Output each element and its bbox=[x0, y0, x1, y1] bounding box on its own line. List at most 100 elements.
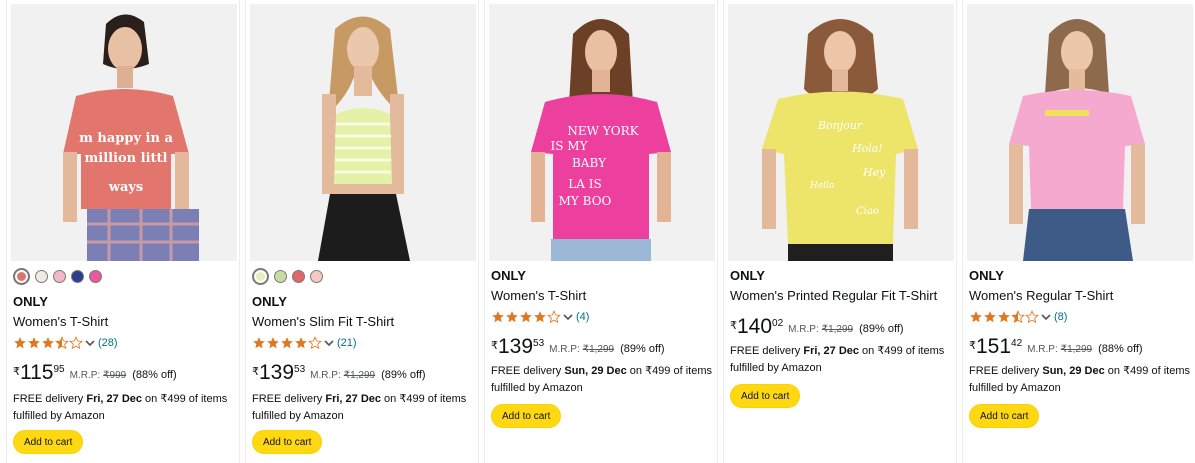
chevron-down-icon[interactable] bbox=[323, 337, 335, 349]
star-full-icon bbox=[42, 337, 54, 349]
rating-widget[interactable]: (21) bbox=[252, 336, 357, 350]
star-full-icon bbox=[534, 311, 546, 323]
discount-percent: (88% off) bbox=[1098, 343, 1143, 355]
star-half-icon bbox=[1011, 310, 1025, 324]
mrp-price: ₹1,299 bbox=[821, 324, 854, 335]
model-photo: Bonjour Hola! Hey Hello Ciao bbox=[728, 4, 954, 261]
chevron-down-icon[interactable] bbox=[84, 337, 96, 349]
delivery-info: FREE delivery Fri, 27 Dec on ₹499 of ite… bbox=[13, 391, 239, 425]
star-empty-icon bbox=[308, 336, 322, 350]
star-empty-icon bbox=[547, 310, 561, 324]
color-swatch[interactable] bbox=[274, 270, 287, 283]
rating-count[interactable]: (4) bbox=[576, 311, 589, 323]
shirt-print-line: IS MY bbox=[551, 139, 589, 153]
color-swatch[interactable] bbox=[292, 270, 305, 283]
star-rating[interactable] bbox=[252, 336, 322, 350]
add-to-cart-button[interactable]: Add to cart bbox=[969, 404, 1040, 428]
chevron-down-icon[interactable] bbox=[1040, 311, 1052, 323]
color-swatches bbox=[252, 268, 323, 285]
color-swatches bbox=[13, 268, 102, 285]
price-row: ₹ 139 53 M.R.P: ₹1,299 (89% off) bbox=[491, 336, 665, 357]
mrp-label: M.R.P: bbox=[788, 324, 819, 335]
price-fraction: 53 bbox=[533, 338, 545, 349]
price-whole: 139 bbox=[259, 361, 295, 384]
product-card[interactable]: Bonjour Hola! Hey Hello Ciao ONLY Women'… bbox=[723, 0, 957, 463]
delivery-date: Fri, 27 Dec bbox=[803, 345, 859, 357]
product-title[interactable]: Women's Slim Fit T-Shirt bbox=[252, 314, 394, 329]
price-fraction: 42 bbox=[1011, 338, 1023, 349]
star-rating[interactable] bbox=[13, 336, 83, 350]
rating-widget[interactable]: (4) bbox=[491, 310, 589, 324]
delivery-date: Fri, 27 Dec bbox=[325, 393, 381, 405]
price-row: ₹ 140 02 M.R.P: ₹1,299 (89% off) bbox=[730, 316, 904, 337]
star-half-icon bbox=[55, 336, 69, 350]
color-swatch[interactable] bbox=[310, 270, 323, 283]
delivery-prefix: FREE delivery bbox=[13, 393, 87, 405]
color-swatch[interactable] bbox=[35, 270, 48, 283]
currency-symbol: ₹ bbox=[969, 340, 976, 352]
product-image[interactable]: Bonjour Hola! Hey Hello Ciao bbox=[728, 4, 954, 261]
star-full-icon bbox=[984, 311, 996, 323]
rating-widget[interactable]: (8) bbox=[969, 310, 1067, 324]
color-swatch[interactable] bbox=[71, 270, 84, 283]
shirt-print-word: Hey bbox=[862, 166, 886, 179]
mrp-price: ₹1,299 bbox=[343, 370, 376, 381]
star-empty-icon bbox=[69, 336, 83, 350]
product-image[interactable] bbox=[967, 4, 1193, 261]
shirt-print-word: Hola! bbox=[851, 142, 883, 155]
product-brand: ONLY bbox=[969, 268, 1004, 283]
shirt-print-line: m happy in a bbox=[79, 131, 173, 146]
rating-widget[interactable]: (28) bbox=[13, 336, 118, 350]
rating-count[interactable]: (21) bbox=[337, 337, 357, 349]
color-swatch[interactable] bbox=[252, 268, 269, 285]
shirt-print-line: ways bbox=[108, 180, 144, 195]
price-fraction: 53 bbox=[294, 364, 306, 375]
add-to-cart-button[interactable]: Add to cart bbox=[13, 430, 84, 454]
delivery-date: Sun, 29 Dec bbox=[564, 365, 627, 377]
model-photo bbox=[250, 4, 476, 261]
product-title[interactable]: Women's Printed Regular Fit T-Shirt bbox=[730, 288, 937, 303]
mrp-price: ₹1,299 bbox=[582, 344, 615, 355]
product-image[interactable]: NEW YORK IS MY BABY LA IS MY BOO bbox=[489, 4, 715, 261]
star-empty-icon bbox=[1025, 310, 1039, 324]
delivery-prefix: FREE delivery bbox=[969, 365, 1043, 377]
delivery-info: FREE delivery Fri, 27 Dec on ₹499 of ite… bbox=[252, 391, 478, 425]
chevron-down-icon[interactable] bbox=[562, 311, 574, 323]
product-image[interactable] bbox=[250, 4, 476, 261]
price-whole: 140 bbox=[737, 315, 773, 338]
color-swatch[interactable] bbox=[89, 270, 102, 283]
product-title[interactable]: Women's Regular T-Shirt bbox=[969, 288, 1113, 303]
star-rating[interactable] bbox=[491, 310, 561, 324]
currency-symbol: ₹ bbox=[730, 320, 737, 332]
currency-symbol: ₹ bbox=[252, 366, 259, 378]
rating-count[interactable]: (8) bbox=[1054, 311, 1067, 323]
product-card[interactable]: ONLY Women's Regular T-Shirt (8) ₹ 151 4… bbox=[962, 0, 1195, 463]
product-title[interactable]: Women's T-Shirt bbox=[491, 288, 586, 303]
discount-percent: (89% off) bbox=[859, 323, 904, 335]
product-card[interactable]: NEW YORK IS MY BABY LA IS MY BOO ONLY Wo… bbox=[484, 0, 718, 463]
star-rating[interactable] bbox=[969, 310, 1039, 324]
delivery-date: Sun, 29 Dec bbox=[1042, 365, 1105, 377]
price-fraction: 02 bbox=[772, 318, 784, 329]
product-title[interactable]: Women's T-Shirt bbox=[13, 314, 108, 329]
product-card[interactable]: m happy in a million littl ways ONLY Wom… bbox=[6, 0, 240, 463]
product-image[interactable]: m happy in a million littl ways bbox=[11, 4, 237, 261]
product-brand: ONLY bbox=[252, 294, 287, 309]
delivery-prefix: FREE delivery bbox=[252, 393, 326, 405]
star-full-icon bbox=[253, 337, 265, 349]
star-full-icon bbox=[14, 337, 26, 349]
product-brand: ONLY bbox=[491, 268, 526, 283]
add-to-cart-button[interactable]: Add to cart bbox=[730, 384, 801, 408]
color-swatch[interactable] bbox=[13, 268, 30, 285]
star-full-icon bbox=[998, 311, 1010, 323]
delivery-prefix: FREE delivery bbox=[730, 345, 804, 357]
add-to-cart-button[interactable]: Add to cart bbox=[491, 404, 562, 428]
color-swatch[interactable] bbox=[53, 270, 66, 283]
rating-count[interactable]: (28) bbox=[98, 337, 118, 349]
shirt-print-line: NEW YORK bbox=[567, 124, 639, 138]
currency-symbol: ₹ bbox=[491, 340, 498, 352]
product-card[interactable]: ONLY Women's Slim Fit T-Shirt (21) ₹ 139… bbox=[245, 0, 479, 463]
price-whole: 115 bbox=[20, 361, 54, 384]
add-to-cart-button[interactable]: Add to cart bbox=[252, 430, 323, 454]
star-full-icon bbox=[28, 337, 40, 349]
